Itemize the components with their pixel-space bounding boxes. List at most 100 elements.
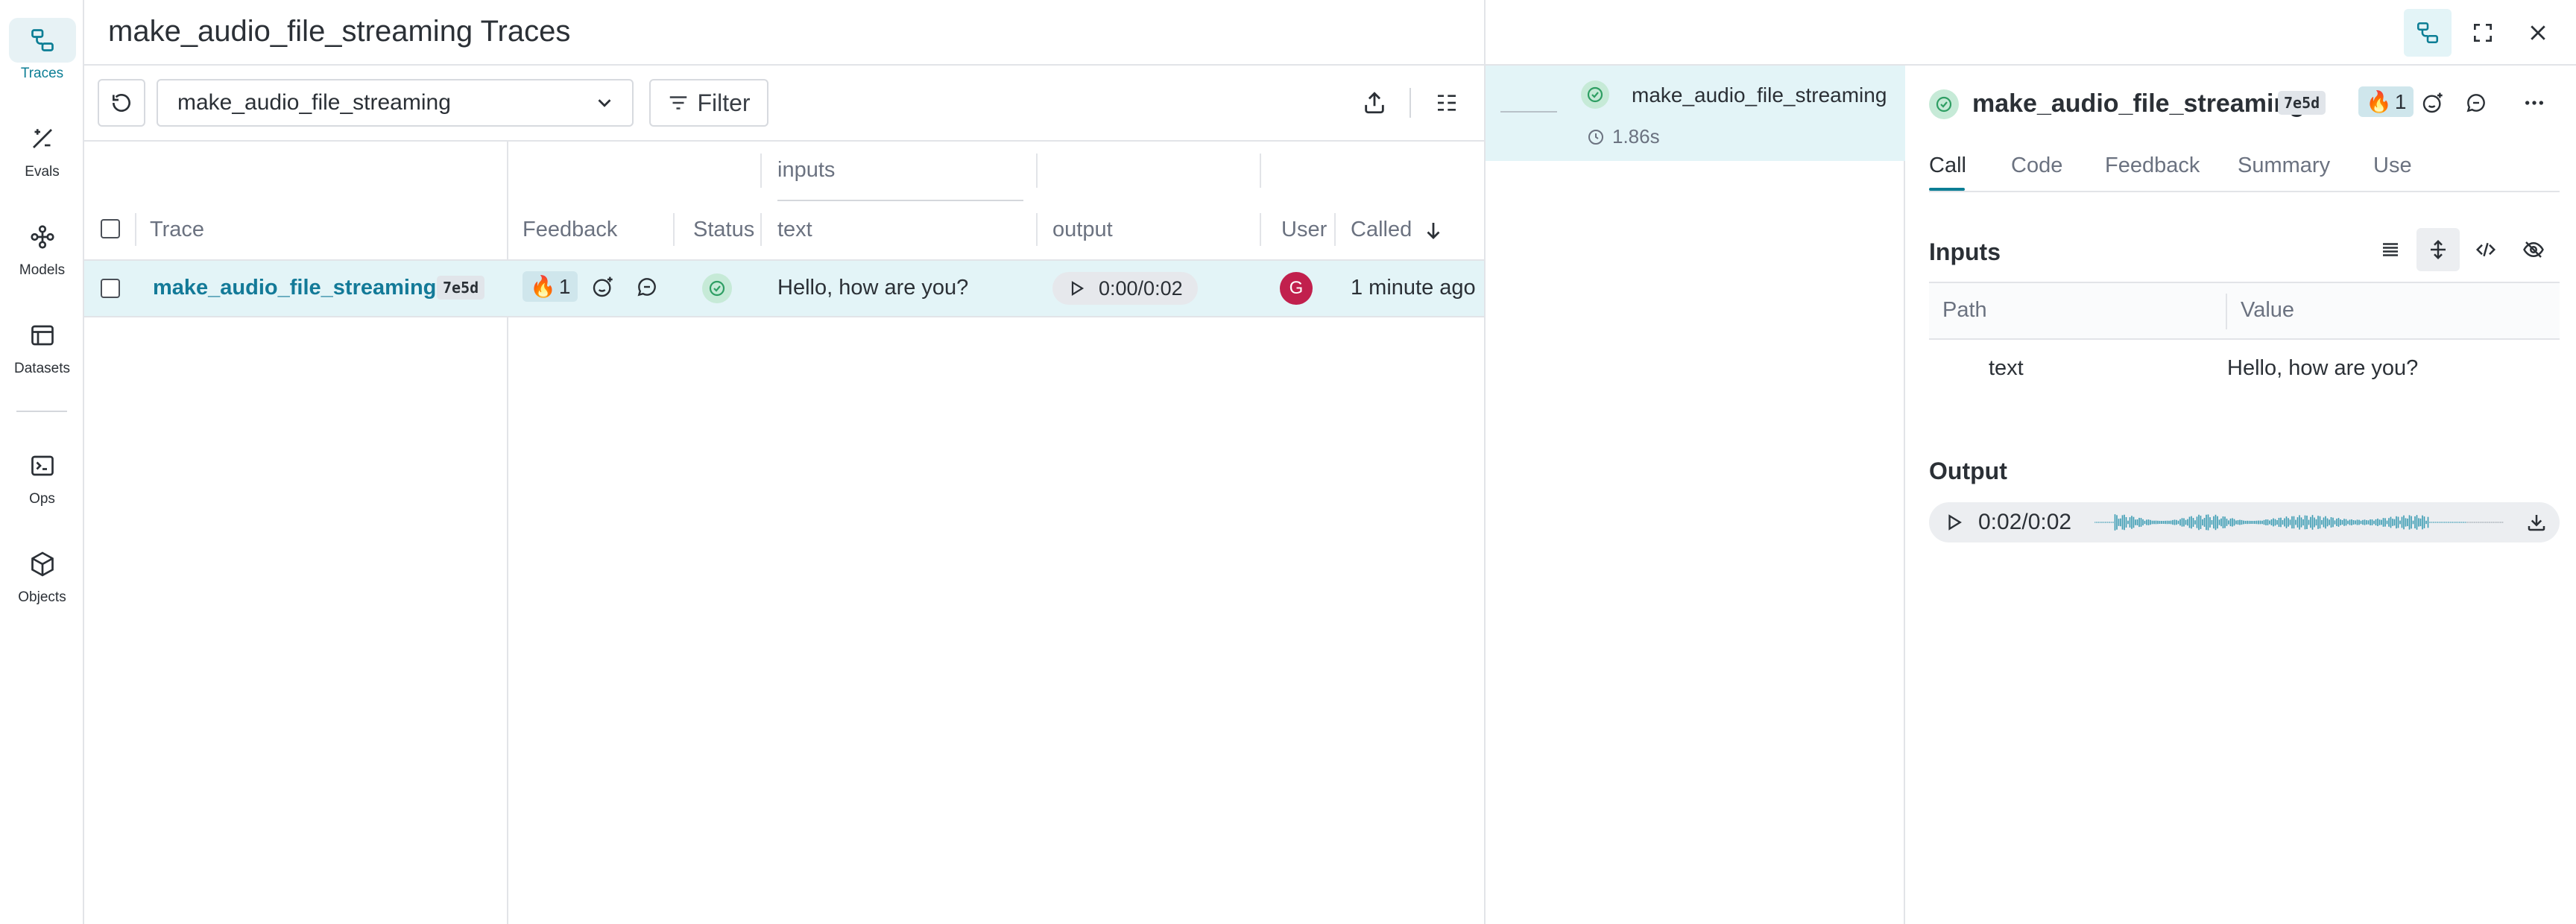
nav-label-datasets: Datasets bbox=[14, 361, 70, 376]
nav-label-objects: Objects bbox=[18, 589, 66, 605]
status-success-icon bbox=[1581, 80, 1609, 109]
tab-call[interactable]: Call bbox=[1929, 154, 1966, 178]
column-header-called[interactable]: Called bbox=[1351, 218, 1445, 242]
column-divider bbox=[673, 213, 675, 246]
sort-descending-icon bbox=[1427, 222, 1440, 239]
column-divider bbox=[760, 213, 762, 246]
filter-label: Filter bbox=[697, 89, 751, 116]
duration-text: 1.86s bbox=[1612, 125, 1660, 148]
column-header-trace[interactable]: Trace bbox=[150, 218, 204, 242]
nav-item-objects[interactable]: Objects bbox=[0, 542, 84, 606]
columns-icon bbox=[1438, 95, 1456, 111]
traces-table: inputs Trace Feedback Status text output… bbox=[84, 142, 1484, 924]
reaction-pill[interactable]: 🔥 1 bbox=[2358, 86, 2414, 117]
column-divider bbox=[135, 213, 136, 246]
tabs-underline bbox=[1929, 191, 2560, 192]
chevron-down-icon bbox=[598, 99, 611, 107]
column-divider bbox=[2226, 294, 2227, 329]
audio-time: 0:00/0:02 bbox=[1099, 276, 1183, 300]
status-success-icon bbox=[702, 273, 732, 303]
trace-view-toggle-button[interactable] bbox=[2404, 9, 2452, 57]
tab-feedback[interactable]: Feedback bbox=[2105, 154, 2200, 178]
close-drawer-button[interactable] bbox=[2514, 9, 2562, 57]
column-header-status[interactable]: Status bbox=[693, 218, 754, 242]
filter-button[interactable]: Filter bbox=[649, 79, 768, 127]
reaction-pill[interactable]: 🔥 1 bbox=[523, 271, 578, 302]
hide-button[interactable] bbox=[2512, 228, 2555, 271]
input-value-cell: Hello, how are you? bbox=[2227, 356, 2419, 380]
models-icon bbox=[9, 215, 76, 259]
tab-code[interactable]: Code bbox=[2011, 154, 2062, 178]
comment-icon bbox=[637, 278, 656, 297]
row-checkbox[interactable] bbox=[101, 279, 120, 298]
fullscreen-icon bbox=[2474, 24, 2492, 42]
audio-player[interactable]: 0:00/0:02 bbox=[1052, 272, 1198, 305]
manage-columns-button[interactable] bbox=[1423, 79, 1471, 127]
tree-node-name: make_audio_file_streaming bbox=[1632, 83, 1887, 107]
add-note-button[interactable] bbox=[626, 266, 668, 308]
user-avatar[interactable]: G bbox=[1280, 272, 1313, 305]
close-icon bbox=[2531, 25, 2545, 40]
more-options-button[interactable] bbox=[2513, 82, 2555, 124]
traces-icon bbox=[8, 18, 76, 63]
clock-icon bbox=[1588, 129, 1603, 145]
tab-use[interactable]: Use bbox=[2373, 154, 2412, 178]
refresh-button[interactable] bbox=[98, 79, 145, 127]
export-button[interactable] bbox=[1351, 79, 1398, 127]
lines-icon bbox=[2383, 243, 2398, 256]
nav-item-datasets[interactable]: Datasets bbox=[0, 313, 84, 377]
text-cell: Hello, how are you? bbox=[777, 276, 969, 300]
audio-waveform[interactable] bbox=[2094, 507, 2512, 537]
download-icon[interactable] bbox=[2525, 511, 2548, 534]
column-header-text[interactable]: text bbox=[777, 218, 812, 242]
column-divider bbox=[760, 154, 762, 188]
tab-summary[interactable]: Summary bbox=[2238, 154, 2330, 178]
trace-id-badge: 7e5d bbox=[437, 276, 485, 300]
nav-label-models: Models bbox=[19, 262, 66, 278]
nav-item-evals[interactable]: Evals bbox=[0, 116, 84, 180]
export-icon bbox=[1365, 92, 1384, 114]
nav-item-ops[interactable]: Ops bbox=[0, 443, 84, 507]
nav-item-models[interactable]: Models bbox=[0, 215, 84, 279]
add-emoji-icon bbox=[593, 276, 613, 297]
op-select-dropdown[interactable]: make_audio_file_streaming bbox=[157, 79, 634, 127]
nav-item-traces[interactable]: Traces bbox=[0, 18, 84, 82]
add-reaction-button[interactable] bbox=[2412, 82, 2454, 124]
add-emoji-icon bbox=[2422, 92, 2443, 113]
path-header: Path bbox=[1942, 298, 1987, 322]
json-view-button[interactable] bbox=[2464, 228, 2507, 271]
table-toolbar: make_audio_file_streaming Filter bbox=[84, 66, 1484, 142]
select-all-checkbox[interactable] bbox=[101, 219, 120, 238]
filter-icon bbox=[670, 96, 687, 110]
trace-name-link[interactable]: make_audio_file_streaming bbox=[153, 276, 436, 300]
output-section-title: Output bbox=[1929, 458, 2007, 484]
add-reaction-button[interactable] bbox=[582, 266, 624, 308]
table-row[interactable]: make_audio_file_streaming 7e5d 🔥 1 Hello… bbox=[84, 259, 1484, 317]
output-audio-time: 0:02/0:02 bbox=[1978, 510, 2072, 534]
traces-icon bbox=[2416, 22, 2439, 44]
eye-off-icon bbox=[2523, 241, 2544, 258]
tree-node-duration: 1.86s bbox=[1587, 125, 1660, 148]
expand-rows-button[interactable] bbox=[2416, 228, 2460, 271]
refresh-icon bbox=[113, 94, 130, 112]
add-note-button[interactable] bbox=[2455, 82, 2497, 124]
op-select-value: make_audio_file_streaming bbox=[177, 90, 451, 115]
call-id-badge: 7e5d bbox=[2278, 91, 2326, 115]
output-audio-player[interactable]: 0:02/0:02 bbox=[1929, 502, 2560, 542]
fullscreen-button[interactable] bbox=[2459, 9, 2507, 57]
play-icon[interactable] bbox=[1067, 279, 1085, 297]
nav-label-evals: Evals bbox=[25, 164, 60, 180]
reaction-count: 1 bbox=[2394, 89, 2407, 113]
call-detail-panel: make_audio_file_streaming 7e5d 🔥 1 Call … bbox=[1905, 66, 2576, 924]
evals-icon bbox=[9, 116, 76, 161]
column-header-user[interactable]: User bbox=[1281, 218, 1327, 242]
trace-tree-node[interactable]: make_audio_file_streaming 1.86s bbox=[1486, 66, 1905, 161]
column-header-output[interactable]: output bbox=[1052, 218, 1113, 242]
ops-icon bbox=[9, 443, 76, 488]
column-header-feedback[interactable]: Feedback bbox=[523, 218, 617, 242]
text-view-button[interactable] bbox=[2369, 228, 2412, 271]
call-title: make_audio_file_streaming bbox=[1972, 89, 2305, 118]
called-cell: 1 minute ago bbox=[1351, 276, 1476, 300]
column-divider bbox=[1260, 154, 1261, 188]
play-icon[interactable] bbox=[1944, 513, 1963, 532]
